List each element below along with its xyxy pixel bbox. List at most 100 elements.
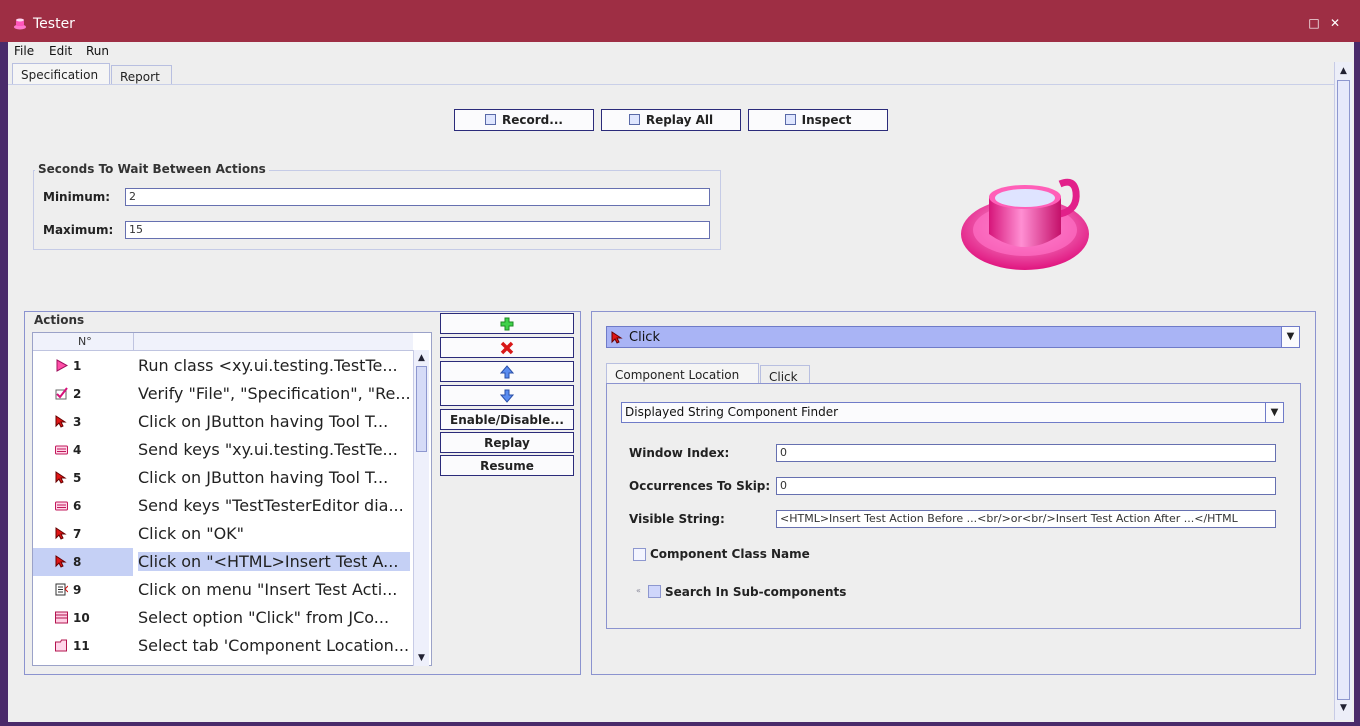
- menu-file[interactable]: File: [14, 44, 34, 58]
- window-frame-bottom: [0, 722, 1360, 726]
- window-index-field[interactable]: 0: [776, 444, 1276, 462]
- move-up-button[interactable]: [440, 361, 574, 382]
- delete-action-button[interactable]: [440, 337, 574, 358]
- tab-click[interactable]: Click: [760, 365, 810, 384]
- scroll-thumb[interactable]: [416, 366, 427, 452]
- main-scrollbar[interactable]: ▲ ▼: [1334, 62, 1352, 720]
- row-description[interactable]: Run class <xy.ui.testing.TestTe...: [138, 356, 410, 375]
- table-row[interactable]: 4 Send keys "xy.ui.testing.TestTe...: [33, 436, 413, 464]
- move-down-button[interactable]: [440, 385, 574, 406]
- menu-bar: File Edit Run: [8, 42, 1354, 62]
- sub-components-label: Search In Sub-components: [665, 585, 847, 599]
- row-number: 11: [73, 639, 90, 653]
- replay-all-button[interactable]: Replay All: [601, 109, 741, 131]
- scroll-up-icon[interactable]: ▲: [416, 352, 427, 364]
- table-row[interactable]: 11 Select tab 'Component Location...: [33, 632, 413, 660]
- scroll-down-icon[interactable]: ▼: [1338, 702, 1349, 714]
- enable-disable-button[interactable]: Enable/Disable...: [440, 409, 574, 430]
- menu-run[interactable]: Run: [86, 44, 109, 58]
- action-type-value: Click: [629, 330, 660, 345]
- cursor-icon: [55, 555, 67, 568]
- row-description[interactable]: Select tab 'Component Location...: [138, 636, 410, 655]
- row-number: 9: [73, 583, 82, 597]
- row-number-cell[interactable]: 5: [33, 464, 133, 492]
- minimum-field[interactable]: 2: [125, 188, 710, 206]
- occurrences-label: Occurrences To Skip:: [629, 479, 771, 493]
- scroll-down-icon[interactable]: ▼: [416, 652, 427, 664]
- row-number: 5: [73, 471, 82, 485]
- row-number-cell[interactable]: 7: [33, 520, 133, 548]
- tab-divider: [8, 84, 1334, 85]
- resume-button[interactable]: Resume: [440, 455, 574, 476]
- table-row[interactable]: 5 Click on JButton having Tool T...: [33, 464, 413, 492]
- row-number: 4: [73, 443, 82, 457]
- column-number[interactable]: N°: [78, 335, 92, 348]
- actions-scrollbar[interactable]: ▲ ▼: [413, 350, 429, 666]
- row-number-cell[interactable]: 10: [33, 604, 133, 632]
- tab-specification[interactable]: Specification: [12, 63, 110, 85]
- inspect-button[interactable]: Inspect: [748, 109, 888, 131]
- class-name-label: Component Class Name: [650, 547, 810, 561]
- table-row[interactable]: 10 Select option "Click" from JCo...: [33, 604, 413, 632]
- title-bar: Tester □ ✕: [0, 0, 1360, 42]
- row-description[interactable]: Click on menu "Insert Test Acti...: [138, 580, 410, 599]
- close-icon[interactable]: ✕: [1329, 17, 1341, 29]
- arrow-up-icon: [499, 365, 515, 379]
- maximize-icon[interactable]: □: [1308, 17, 1320, 29]
- row-description[interactable]: Click on "OK": [138, 524, 410, 543]
- keyboard-icon: [55, 445, 68, 455]
- row-description[interactable]: Send keys "TestTesterEditor dia...: [138, 496, 410, 515]
- add-action-button[interactable]: [440, 313, 574, 334]
- row-number-cell[interactable]: 2: [33, 380, 133, 408]
- visible-string-label: Visible String:: [629, 512, 725, 526]
- visible-string-field[interactable]: <HTML>Insert Test Action Before ...<br/>…: [776, 510, 1276, 528]
- scroll-thumb[interactable]: [1337, 80, 1350, 700]
- row-description[interactable]: Click on JButton having Tool T...: [138, 468, 410, 487]
- finder-combo[interactable]: Displayed String Component Finder ▼: [621, 402, 1284, 423]
- tab-icon: [55, 639, 67, 652]
- tab-report[interactable]: Report: [111, 65, 172, 85]
- row-number-cell[interactable]: 4: [33, 436, 133, 464]
- chevron-down-icon[interactable]: ▼: [1265, 403, 1283, 422]
- window-index-label: Window Index:: [629, 446, 730, 460]
- table-row[interactable]: 1 Run class <xy.ui.testing.TestTe...: [33, 352, 413, 380]
- row-number-cell[interactable]: 6: [33, 492, 133, 520]
- row-number-cell[interactable]: 3: [33, 408, 133, 436]
- replay-button[interactable]: Replay: [440, 432, 574, 453]
- inspect-icon: [784, 114, 796, 125]
- combo-icon: [55, 611, 68, 624]
- chevron-down-icon[interactable]: ▼: [1281, 327, 1299, 347]
- row-description[interactable]: Verify "File", "Specification", "Re...: [138, 384, 410, 403]
- sub-components-checkbox[interactable]: [648, 585, 661, 598]
- table-row[interactable]: 9 Click on menu "Insert Test Acti...: [33, 576, 413, 604]
- scroll-up-icon[interactable]: ▲: [1338, 65, 1349, 77]
- row-number-cell[interactable]: 11: [33, 632, 133, 660]
- table-row[interactable]: 6 Send keys "TestTesterEditor dia...: [33, 492, 413, 520]
- verify-icon: [55, 387, 68, 400]
- table-row[interactable]: 8 Click on "<HTML>Insert Test A...: [33, 548, 413, 576]
- table-header: N°: [33, 333, 413, 351]
- table-row[interactable]: 3 Click on JButton having Tool T...: [33, 408, 413, 436]
- teacup-icon: [14, 18, 26, 30]
- action-type-combo[interactable]: Click ▼: [606, 326, 1300, 348]
- cursor-icon: [55, 527, 67, 540]
- tab-component-location[interactable]: Component Location: [606, 363, 759, 384]
- row-description[interactable]: Select option "Click" from JCo...: [138, 608, 410, 627]
- row-description[interactable]: Click on "<HTML>Insert Test A...: [138, 552, 410, 571]
- record-button[interactable]: Record...: [454, 109, 594, 131]
- row-description[interactable]: Send keys "xy.ui.testing.TestTe...: [138, 440, 410, 459]
- class-name-checkbox[interactable]: [633, 548, 646, 561]
- maximum-label: Maximum:: [43, 223, 114, 237]
- row-number-cell[interactable]: 8: [33, 548, 133, 576]
- table-row[interactable]: 7 Click on "OK": [33, 520, 413, 548]
- maximum-field[interactable]: 15: [125, 221, 710, 239]
- occurrences-field[interactable]: 0: [776, 477, 1276, 495]
- actions-table[interactable]: N° 1 Run class <xy.ui.testing.TestTe... 2 V…: [32, 332, 432, 666]
- row-number-cell[interactable]: 1: [33, 352, 133, 380]
- record-icon: [485, 114, 497, 125]
- row-number-cell[interactable]: 9: [33, 576, 133, 604]
- table-row[interactable]: 2 Verify "File", "Specification", "Re...: [33, 380, 413, 408]
- cursor-icon: [611, 331, 623, 344]
- row-description[interactable]: Click on JButton having Tool T...: [138, 412, 410, 431]
- menu-edit[interactable]: Edit: [49, 44, 72, 58]
